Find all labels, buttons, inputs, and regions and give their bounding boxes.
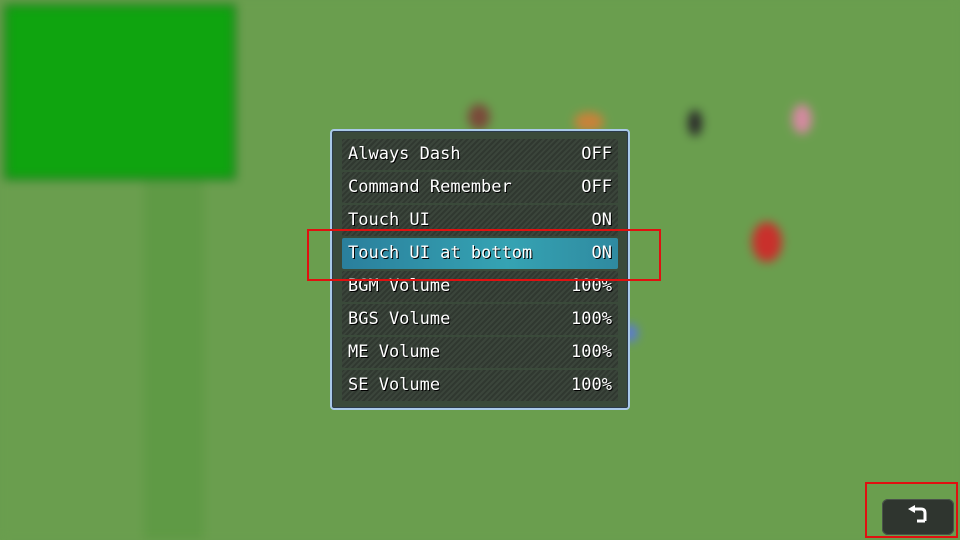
option-me-volume[interactable]: ME Volume 100% <box>342 337 618 368</box>
highlight-box <box>307 229 661 281</box>
option-label: Command Remember <box>348 177 512 197</box>
option-value: 100% <box>571 309 612 329</box>
highlight-box <box>865 482 958 538</box>
option-label: Always Dash <box>348 144 461 164</box>
option-label: SE Volume <box>348 375 441 395</box>
option-value: 100% <box>571 342 612 362</box>
character-sprite <box>792 104 812 134</box>
option-command-remember[interactable]: Command Remember OFF <box>342 172 618 203</box>
option-bgs-volume[interactable]: BGS Volume 100% <box>342 304 618 335</box>
green-panel <box>4 4 236 180</box>
character-sprite <box>468 104 490 130</box>
dirt-path <box>144 180 204 540</box>
option-value: 100% <box>571 375 612 395</box>
option-value: OFF <box>581 177 612 197</box>
option-label: ME Volume <box>348 342 441 362</box>
option-always-dash[interactable]: Always Dash OFF <box>342 139 618 170</box>
character-sprite <box>752 222 782 262</box>
option-value: OFF <box>581 144 612 164</box>
option-label: BGS Volume <box>348 309 451 329</box>
option-se-volume[interactable]: SE Volume 100% <box>342 370 618 401</box>
character-sprite <box>688 110 702 136</box>
